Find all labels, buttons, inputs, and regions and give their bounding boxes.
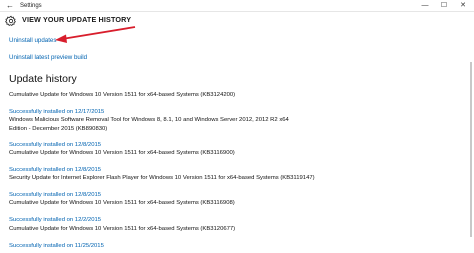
minimize-button[interactable]: —: [418, 0, 432, 12]
update-history-heading: Update history: [9, 73, 77, 85]
update-status-link[interactable]: Successfully installed on 12/2/2015: [9, 216, 101, 225]
maximize-button[interactable]: ☐: [437, 0, 451, 12]
list-item: Security Update for Internet Explorer Fl…: [9, 174, 449, 201]
uninstall-updates-link[interactable]: Uninstall updates: [9, 37, 56, 44]
list-item: Cumulative Update for Windows 10 Version…: [9, 149, 449, 176]
scrollbar-thumb[interactable]: [470, 62, 472, 237]
list-item: Windows Malicious Software Removal Tool …: [9, 116, 449, 151]
update-name: Cumulative Update for Windows 10 Version…: [9, 226, 236, 232]
close-button[interactable]: ✕: [456, 0, 470, 12]
back-arrow-icon[interactable]: ←: [4, 0, 16, 12]
update-name: Windows Malicious Software Removal Tool …: [9, 117, 289, 132]
update-status-link[interactable]: Successfully installed on 12/8/2015: [9, 166, 101, 175]
page-title: VIEW YOUR UPDATE HISTORY: [22, 15, 132, 24]
title-bar: ← Settings — ☐ ✕: [0, 0, 474, 12]
update-name: Cumulative Update for Windows 10 Version…: [9, 92, 236, 98]
list-item: Cumulative Update for Windows 10 Version…: [9, 91, 449, 118]
update-status-link[interactable]: Successfully installed on 12/17/2015: [9, 108, 104, 117]
update-name: Cumulative Update for Windows 10 Version…: [9, 200, 235, 206]
update-status-link[interactable]: Successfully installed on 12/8/2015: [9, 191, 101, 200]
gear-icon: [5, 15, 16, 26]
list-item: Cumulative Update for Windows 10 Version…: [9, 199, 449, 226]
list-item: Cumulative Update for Windows 10 Version…: [9, 225, 449, 252]
uninstall-preview-build-link[interactable]: Uninstall latest preview build: [9, 54, 87, 61]
update-status-link[interactable]: Successfully installed on 11/25/2015: [9, 242, 104, 251]
scrollbar[interactable]: [466, 28, 472, 253]
update-name: Security Update for Internet Explorer Fl…: [9, 175, 315, 181]
update-name: Cumulative Update for Windows 10 Version…: [9, 150, 235, 156]
window-title: Settings: [20, 3, 42, 9]
